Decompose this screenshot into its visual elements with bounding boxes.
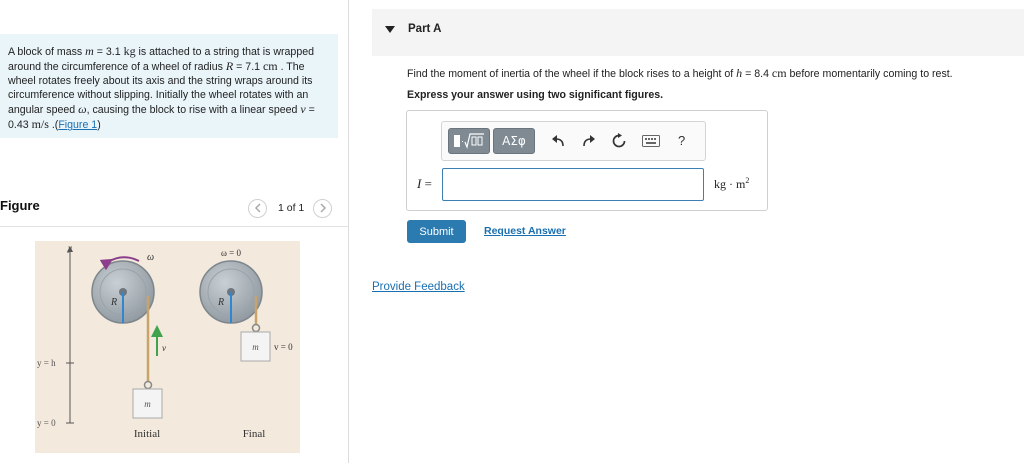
final-wheel [199, 260, 263, 324]
height-value: = 8.4 [742, 68, 772, 80]
problem-statement: A block of mass m = 3.1 kg is attached t… [0, 34, 338, 138]
figure-navigation: 1 of 1 [248, 198, 333, 218]
next-figure-button[interactable] [313, 198, 333, 218]
help-button[interactable]: ? [678, 132, 685, 150]
velocity-label: v [162, 343, 166, 353]
redo-icon[interactable] [582, 134, 596, 148]
figure-link[interactable]: Figure 1 [58, 119, 97, 131]
radius-label-initial: R [110, 297, 117, 308]
velocity-zero-label: v = 0 [274, 342, 293, 352]
problem-text: A block of mass [8, 46, 86, 58]
provide-feedback-link[interactable]: Provide Feedback [372, 281, 465, 293]
unit-label: kg · m2 [714, 176, 749, 192]
speed-unit: m/s [31, 117, 49, 132]
question-part: Find the moment of inertia of the wheel … [407, 68, 737, 80]
y-axis-label: y [67, 243, 72, 253]
math-toolbar: ΑΣφ ? [441, 121, 706, 161]
greek-symbols-button[interactable]: ΑΣφ [493, 128, 535, 154]
omega-label: ω [147, 252, 154, 263]
radius-unit: cm [262, 59, 278, 74]
figure-counter: 1 of 1 [278, 202, 305, 214]
figure-title: Figure [0, 198, 40, 213]
unit-exponent: 2 [745, 176, 750, 185]
height-unit: cm [771, 66, 787, 80]
mass-symbol: m [85, 44, 94, 58]
greek-symbols-label: ΑΣφ [502, 134, 526, 148]
previous-figure-button[interactable] [248, 198, 267, 218]
final-caption: Final [243, 428, 266, 440]
omega-symbol: ω [78, 102, 87, 117]
radius-label-final: R [217, 297, 224, 308]
caret-down-icon[interactable] [385, 26, 395, 33]
templates-button[interactable] [448, 128, 490, 154]
column-divider [348, 0, 349, 463]
wheel-block-figure: y y = h y = 0 R ω m v R ω = 0 m v = 0 In… [35, 241, 300, 453]
problem-text: ) [97, 119, 101, 132]
chevron-left-icon [254, 203, 261, 213]
variable-label: I = [417, 176, 432, 192]
part-title: Part A [408, 23, 442, 35]
question-text: Find the moment of inertia of the wheel … [407, 66, 953, 81]
radius-value: = 7.1 [233, 61, 263, 74]
undo-icon[interactable] [551, 134, 565, 148]
reset-icon[interactable] [611, 133, 627, 149]
part-a-header[interactable]: Part A [372, 9, 1024, 56]
figure-divider [0, 226, 349, 227]
initial-caption: Initial [134, 428, 160, 440]
answer-panel: ΑΣφ ? I = kg · m2 [406, 110, 768, 211]
chevron-right-icon [320, 203, 326, 213]
keyboard-icon[interactable] [642, 135, 660, 147]
problem-column: A block of mass m = 3.1 kg is attached t… [0, 0, 349, 463]
equals-sign: = [421, 176, 432, 191]
fraction-sqrt-icon [454, 133, 484, 150]
y-h-label: y = h [37, 358, 56, 368]
help-label: ? [678, 133, 686, 148]
mass-value: = 3.1 [93, 46, 124, 58]
unit-base: kg · m [714, 177, 746, 191]
mass-label-final: m [252, 342, 259, 352]
mass-label-initial: m [144, 399, 151, 409]
answer-instruction: Express your answer using two significan… [407, 89, 664, 101]
submit-button[interactable]: Submit [407, 220, 466, 243]
omega-zero-label: ω = 0 [221, 248, 241, 258]
initial-wheel [91, 260, 155, 324]
request-answer-link[interactable]: Request Answer [484, 225, 566, 237]
problem-text: , causing the block to rise with a linea… [86, 104, 301, 117]
y-0-label: y = 0 [37, 418, 56, 428]
problem-text: .( [48, 119, 59, 132]
mass-unit: kg [123, 44, 136, 58]
question-part: before momentarily coming to rest. [786, 68, 953, 80]
answer-input[interactable] [442, 168, 704, 201]
